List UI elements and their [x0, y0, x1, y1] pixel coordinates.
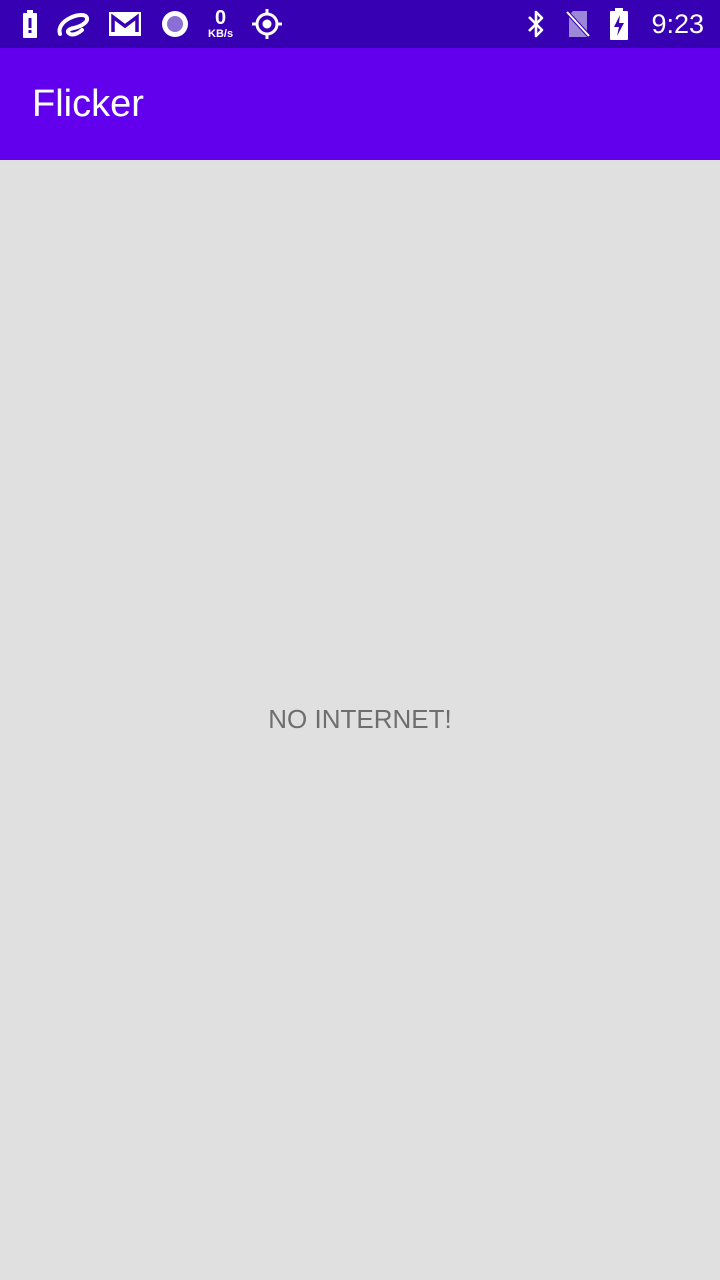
network-speed-unit: KB/s	[208, 28, 234, 40]
app-bar: Flicker	[0, 48, 720, 160]
status-bar: 0 KB/s 9:23	[0, 0, 720, 48]
airtel-icon	[56, 10, 90, 38]
no-internet-message: NO INTERNET!	[268, 704, 452, 734]
network-speed-icon: 0 KB/s	[208, 8, 233, 40]
gmail-icon	[108, 10, 142, 38]
bluetooth-icon	[525, 9, 547, 39]
status-bar-left-icons: 0 KB/s	[22, 0, 283, 48]
network-speed-value: 0	[214, 7, 227, 29]
circle-app-icon	[160, 9, 190, 39]
battery-charging-icon	[609, 8, 629, 40]
location-icon	[251, 8, 283, 40]
main-content: NO INTERNET!	[0, 160, 720, 1280]
status-bar-right-icons: 9:23	[525, 0, 704, 48]
no-sim-icon	[565, 9, 591, 39]
battery-alert-icon	[22, 10, 38, 38]
app-title: Flicker	[32, 83, 144, 125]
status-clock: 9:23	[651, 8, 704, 39]
